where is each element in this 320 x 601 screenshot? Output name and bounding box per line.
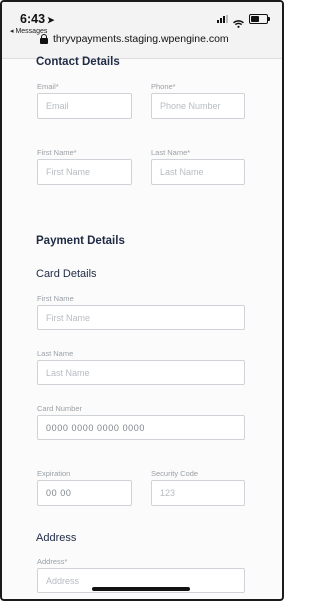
contact-last-name-field[interactable]: Last Name bbox=[151, 159, 245, 185]
card-last-name-label: Last Name bbox=[37, 349, 74, 358]
expiration-field[interactable]: 00 00 bbox=[37, 480, 132, 506]
phone-field[interactable]: Phone Number bbox=[151, 93, 245, 119]
card-details-heading: Card Details bbox=[36, 268, 97, 280]
expiration-label: Expiration bbox=[37, 469, 71, 478]
card-number-field[interactable]: 0000 0000 0000 0000 bbox=[37, 415, 245, 440]
address-label: Address* bbox=[37, 557, 68, 566]
contact-first-name-label: First Name* bbox=[37, 148, 77, 157]
home-indicator[interactable] bbox=[92, 587, 190, 591]
location-arrow-icon: ➤ bbox=[47, 15, 55, 25]
battery-icon bbox=[249, 14, 270, 24]
clock-time: 6:43 bbox=[20, 12, 46, 26]
card-first-name-label: First Name bbox=[37, 294, 74, 303]
security-code-label: Security Code bbox=[151, 469, 199, 478]
email-field[interactable]: Email bbox=[37, 93, 132, 119]
url-text: thryvpayments.staging.wpengine.com bbox=[53, 33, 229, 45]
phone-screen: 6:43 ➤ ◂ Messages thryvpayments.staging.w… bbox=[0, 0, 284, 601]
system-icons bbox=[217, 14, 270, 28]
card-first-name-field[interactable]: First Name bbox=[37, 305, 245, 330]
lock-icon bbox=[40, 34, 48, 44]
card-last-name-field[interactable]: Last Name bbox=[37, 360, 245, 385]
wifi-icon bbox=[233, 15, 244, 28]
address-bar[interactable]: thryvpayments.staging.wpengine.com bbox=[40, 33, 229, 45]
email-label: Email* bbox=[37, 82, 59, 91]
contact-details-heading: Contact Details bbox=[36, 56, 120, 68]
address-heading: Address bbox=[36, 532, 77, 544]
status-bar: 6:43 ➤ ◂ Messages thryvpayments.staging.w… bbox=[2, 2, 282, 59]
cellular-signal-icon bbox=[217, 15, 228, 23]
card-number-label: Card Number bbox=[37, 404, 83, 413]
clock: 6:43 ➤ bbox=[20, 12, 55, 26]
phone-label: Phone* bbox=[151, 82, 176, 91]
contact-first-name-field[interactable]: First Name bbox=[37, 159, 132, 185]
contact-last-name-label: Last Name* bbox=[151, 148, 191, 157]
security-code-field[interactable]: 123 bbox=[151, 480, 245, 506]
payment-details-heading: Payment Details bbox=[36, 235, 125, 247]
